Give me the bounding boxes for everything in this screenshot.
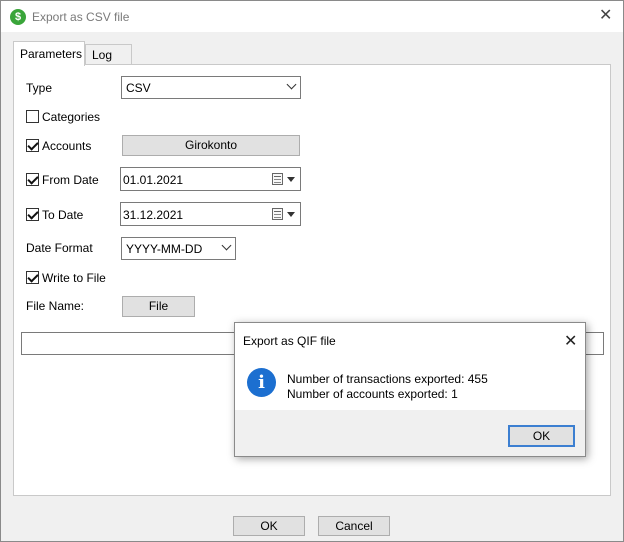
from-date-label: From Date: [42, 173, 99, 187]
type-label: Type: [26, 81, 53, 95]
dialog-ok-button[interactable]: OK: [508, 425, 575, 447]
categories-label: Categories: [42, 110, 101, 124]
file-button[interactable]: File: [122, 296, 195, 317]
date-format-value: YYYY-MM-DD: [126, 242, 203, 256]
to-date-value: 31.12.2021: [123, 208, 184, 222]
close-icon[interactable]: ✕: [599, 7, 612, 25]
chevron-down-icon: [221, 240, 232, 251]
from-date-value: 01.01.2021: [123, 173, 184, 187]
info-icon: i: [247, 368, 276, 397]
dialog-message-accounts: Number of accounts exported: 1: [287, 387, 458, 401]
export-csv-window: $ Export as CSV file ✕ Parameters Log Ty…: [0, 0, 624, 542]
dialog-message-transactions: Number of transactions exported: 455: [287, 372, 488, 386]
type-select[interactable]: CSV: [121, 76, 301, 99]
chevron-down-icon: [286, 79, 297, 90]
from-date-checkbox[interactable]: [26, 173, 39, 186]
accounts-checkbox[interactable]: [26, 139, 39, 152]
window-title: Export as CSV file: [32, 10, 130, 24]
write-to-file-checkbox[interactable]: [26, 271, 39, 284]
to-date-checkbox[interactable]: [26, 208, 39, 221]
ok-button[interactable]: OK: [233, 516, 305, 536]
calendar-icon[interactable]: [272, 173, 283, 185]
from-date-picker[interactable]: 01.01.2021: [120, 167, 301, 191]
dialog-close-icon[interactable]: ✕: [564, 331, 577, 351]
dialog-title-bar: Export as QIF file ✕: [235, 323, 585, 357]
dropdown-arrow-icon[interactable]: [287, 212, 295, 217]
accounts-button[interactable]: Girokonto: [122, 135, 300, 156]
export-qif-message-dialog: Export as QIF file ✕ i Number of transac…: [234, 322, 586, 457]
date-format-select[interactable]: YYYY-MM-DD: [121, 237, 236, 260]
dialog-title: Export as QIF file: [243, 334, 336, 348]
app-icon: $: [10, 9, 26, 25]
type-select-value: CSV: [126, 81, 151, 95]
to-date-picker[interactable]: 31.12.2021: [120, 202, 301, 226]
tab-log[interactable]: Log: [85, 44, 132, 65]
dialog-body: i Number of transactions exported: 455 N…: [235, 357, 585, 410]
accounts-label: Accounts: [42, 139, 92, 153]
cancel-button[interactable]: Cancel: [318, 516, 390, 536]
date-format-label: Date Format: [26, 241, 93, 255]
write-to-file-label: Write to File: [42, 271, 106, 285]
to-date-label: To Date: [42, 208, 84, 222]
title-bar: $ Export as CSV file ✕: [1, 1, 623, 32]
calendar-icon[interactable]: [272, 208, 283, 220]
tab-parameters[interactable]: Parameters: [13, 41, 85, 66]
file-name-label: File Name:: [26, 299, 85, 313]
dropdown-arrow-icon[interactable]: [287, 177, 295, 182]
categories-checkbox[interactable]: [26, 110, 39, 123]
